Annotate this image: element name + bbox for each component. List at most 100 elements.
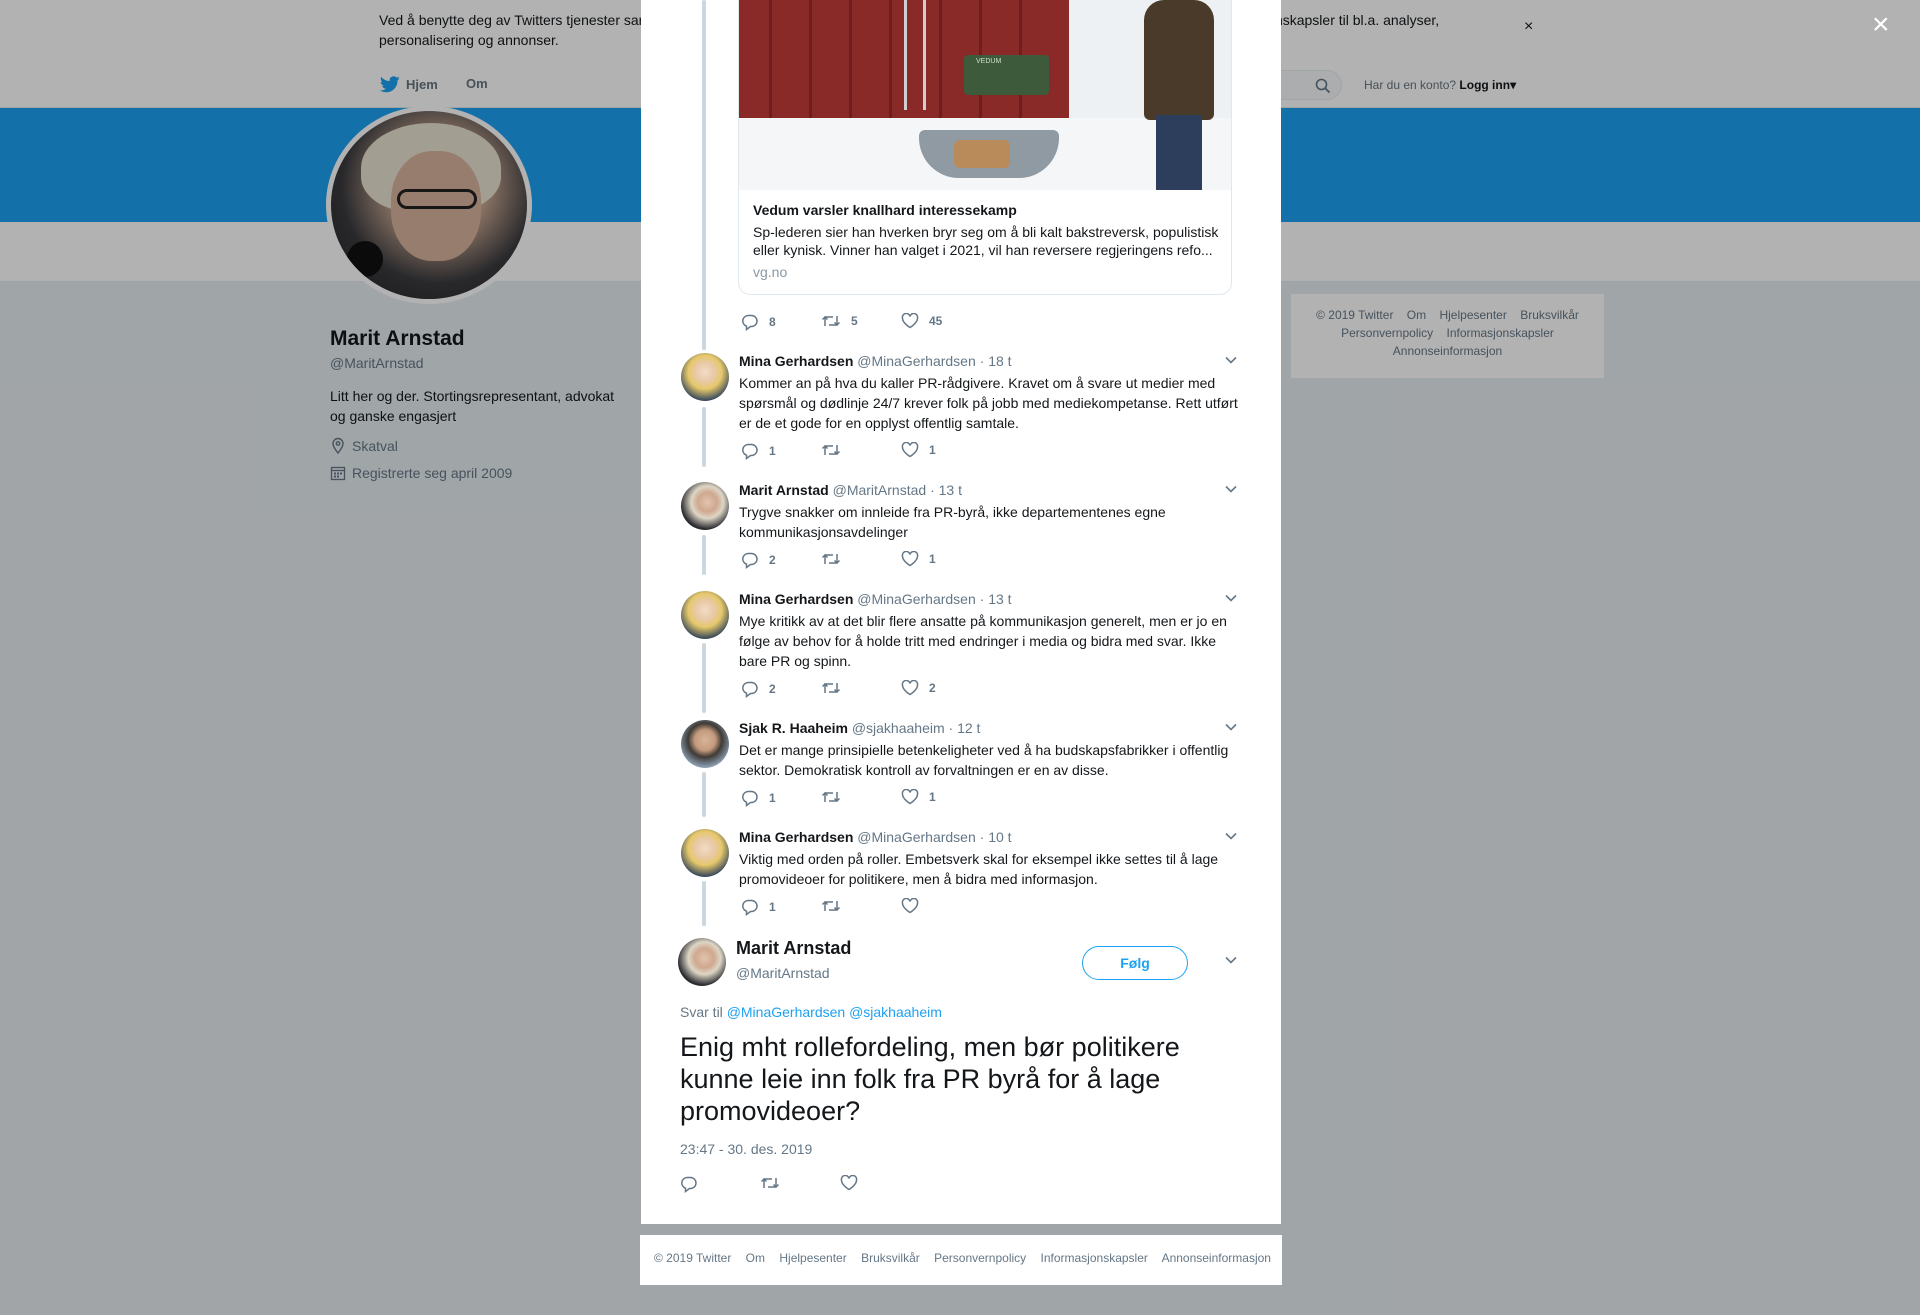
- reply-button[interactable]: 1: [741, 789, 776, 807]
- like-count: 1: [929, 790, 936, 804]
- author-name[interactable]: Mina Gerhardsen: [739, 591, 853, 607]
- author-name[interactable]: Sjak R. Haaheim: [739, 720, 848, 736]
- author-handle[interactable]: @sjakhaaheim: [852, 720, 945, 736]
- author-handle[interactable]: @MinaGerhardsen: [857, 591, 976, 607]
- like-button[interactable]: 1: [901, 442, 936, 458]
- tweet-timestamp[interactable]: 23:47 - 30. des. 2019: [680, 1141, 812, 1157]
- tweet-time[interactable]: · 13 t: [980, 591, 1012, 607]
- avatar[interactable]: [681, 353, 729, 401]
- footer-link[interactable]: © 2019 Twitter: [654, 1251, 731, 1265]
- tweet-text: Det er mange prinsipielle betenkelighete…: [739, 742, 1229, 778]
- link-card-description: Sp-lederen sier han hverken bryr seg om …: [753, 224, 1219, 258]
- footer-link[interactable]: Annonseinformasjon: [1162, 1251, 1271, 1265]
- author-name[interactable]: Marit Arnstad: [739, 482, 829, 498]
- tweet-text: Enig mht rollefordeling, men bør politik…: [680, 1032, 1180, 1126]
- avatar[interactable]: [681, 591, 729, 639]
- tweet-modal: VEDUM Vedum varsler knallhard interessek…: [641, 0, 1281, 1224]
- avatar[interactable]: [681, 829, 729, 877]
- link-card-domain: vg.no: [753, 264, 788, 280]
- retweet-button[interactable]: [821, 680, 851, 696]
- retweet-button[interactable]: [821, 898, 851, 914]
- like-button[interactable]: 45: [901, 313, 942, 329]
- follow-button[interactable]: Følg: [1082, 946, 1188, 980]
- reply-tweet[interactable]: Marit Arnstad @MaritArnstad · 13 t Trygv…: [681, 482, 1241, 562]
- reply-button[interactable]: 8: [741, 313, 776, 331]
- author-handle[interactable]: @MaritArnstad: [833, 482, 927, 498]
- avatar[interactable]: [681, 720, 729, 768]
- footer-link[interactable]: Bruksvilkår: [861, 1251, 920, 1265]
- like-button[interactable]: 1: [901, 789, 936, 805]
- chevron-down-icon[interactable]: [1224, 955, 1238, 965]
- avatar[interactable]: [681, 482, 729, 530]
- reply-button[interactable]: [680, 1175, 698, 1198]
- mention-link[interactable]: @MinaGerhardsen: [727, 1004, 846, 1020]
- link-preview-card[interactable]: VEDUM Vedum varsler knallhard interessek…: [738, 0, 1232, 295]
- tweet-text: Mye kritikk av at det blir flere ansatte…: [739, 613, 1227, 669]
- chevron-down-icon[interactable]: [1224, 593, 1238, 603]
- author-name[interactable]: Marit Arnstad: [736, 938, 851, 959]
- tweet-time[interactable]: · 10 t: [980, 829, 1012, 845]
- retweet-button[interactable]: [821, 551, 851, 567]
- tweet-time[interactable]: · 13 t: [930, 482, 962, 498]
- reply-count: 2: [769, 553, 776, 567]
- retweet-icon: [821, 444, 841, 456]
- footer-link[interactable]: Hjelpesenter: [779, 1251, 846, 1265]
- retweet-button[interactable]: [821, 789, 851, 805]
- tweet-actions: 8 5 45: [741, 313, 1041, 333]
- chevron-down-icon[interactable]: [1224, 484, 1238, 494]
- retweet-button[interactable]: [821, 442, 851, 458]
- link-card-title: Vedum varsler knallhard interessekamp: [753, 202, 1017, 218]
- footer-link[interactable]: Informasjonskapsler: [1041, 1251, 1148, 1265]
- author-name[interactable]: Mina Gerhardsen: [739, 829, 853, 845]
- heart-icon: [901, 442, 919, 458]
- modal-close-button[interactable]: ×: [1872, 10, 1890, 40]
- author-handle[interactable]: @MinaGerhardsen: [857, 353, 976, 369]
- like-button[interactable]: [840, 1174, 858, 1196]
- reply-button[interactable]: 2: [741, 551, 776, 569]
- like-count: 1: [929, 443, 936, 457]
- permalink-tweet: Marit Arnstad @MaritArnstad Følg Svar ti…: [678, 938, 1248, 1198]
- mention-link[interactable]: @sjakhaaheim: [849, 1004, 942, 1020]
- like-count: 2: [929, 681, 936, 695]
- tweet-time[interactable]: · 18 t: [980, 353, 1012, 369]
- like-button[interactable]: [901, 898, 929, 914]
- reply-button[interactable]: 1: [741, 442, 776, 460]
- heart-icon: [901, 680, 919, 696]
- retweet-icon: [821, 553, 841, 565]
- tweet-text: Kommer an på hva du kaller PR-rådgivere.…: [739, 375, 1238, 431]
- reply-icon: [742, 443, 758, 460]
- reply-button[interactable]: 2: [741, 680, 776, 698]
- reply-count: 1: [769, 444, 776, 458]
- author-name[interactable]: Mina Gerhardsen: [739, 353, 853, 369]
- reply-button[interactable]: 1: [741, 898, 776, 916]
- chevron-down-icon[interactable]: [1224, 355, 1238, 365]
- reply-tweet[interactable]: Sjak R. Haaheim @sjakhaaheim · 12 t Det …: [681, 720, 1241, 800]
- reply-tweet[interactable]: Mina Gerhardsen @MinaGerhardsen · 10 t V…: [681, 829, 1241, 909]
- chevron-down-icon[interactable]: [1224, 722, 1238, 732]
- like-button[interactable]: 2: [901, 680, 936, 696]
- reply-icon: [681, 1176, 697, 1193]
- reply-count: 1: [769, 900, 776, 914]
- tweet-text: Trygve snakker om innleide fra PR-byrå, …: [739, 504, 1166, 540]
- like-button[interactable]: 1: [901, 551, 936, 567]
- reply-to-prefix: Svar til: [680, 1004, 723, 1020]
- tweet-actions: 2 2: [741, 680, 1041, 700]
- footer-link[interactable]: Om: [746, 1251, 765, 1265]
- reply-count: 8: [769, 315, 776, 329]
- reply-icon: [742, 552, 758, 569]
- author-handle[interactable]: @MaritArnstad: [736, 965, 830, 981]
- retweet-button[interactable]: 5: [821, 313, 858, 329]
- tweet-time[interactable]: · 12 t: [949, 720, 981, 736]
- heart-icon: [840, 1174, 858, 1191]
- chevron-down-icon[interactable]: [1224, 831, 1238, 841]
- reply-count: 2: [769, 682, 776, 696]
- retweet-count: 5: [851, 314, 858, 328]
- tweet-actions: 1: [741, 898, 1041, 918]
- reply-tweet[interactable]: Mina Gerhardsen @MinaGerhardsen · 13 t M…: [681, 591, 1241, 691]
- footer-link[interactable]: Personvernpolicy: [934, 1251, 1026, 1265]
- author-handle[interactable]: @MinaGerhardsen: [857, 829, 976, 845]
- avatar[interactable]: [678, 938, 726, 986]
- heart-icon: [901, 898, 919, 914]
- retweet-button[interactable]: [760, 1175, 780, 1196]
- retweet-icon: [821, 315, 841, 327]
